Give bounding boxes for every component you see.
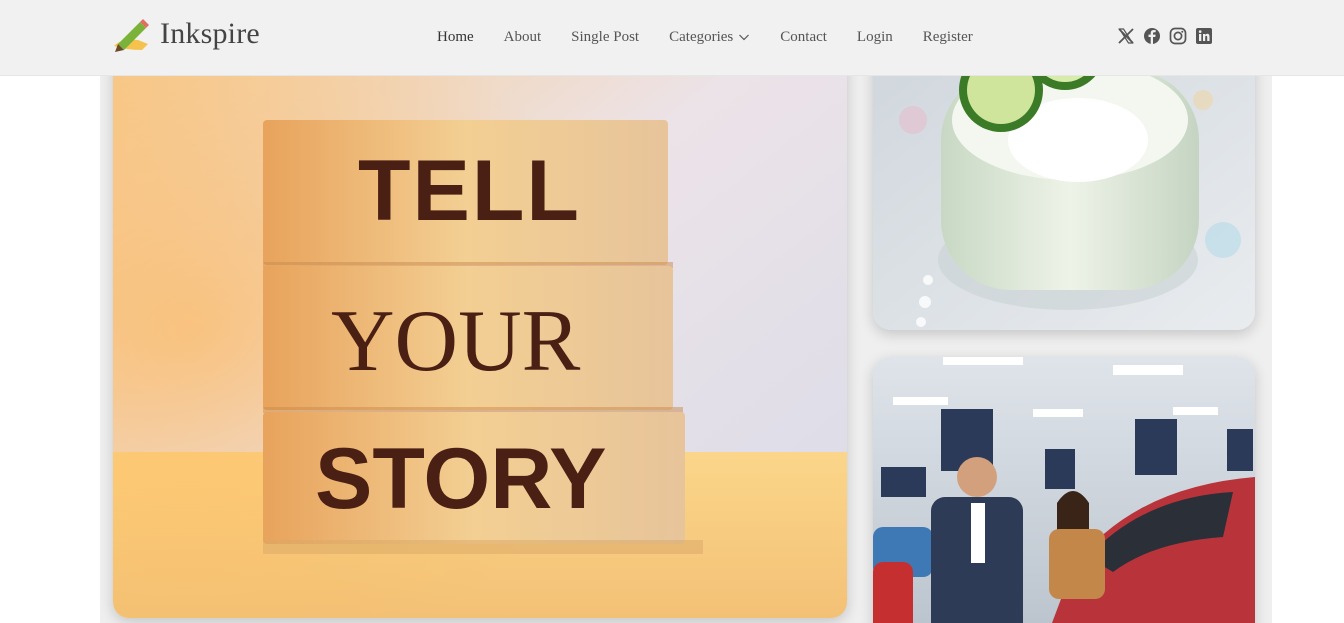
pencil-paper-icon [114,19,149,52]
nav-categories[interactable]: Categories [669,29,750,46]
nav-about[interactable]: About [504,29,542,46]
brand-name: Inkspire [160,17,260,50]
featured-post-image[interactable]: TELL YOUR STORY [113,40,847,618]
site-header: Inkspire Home About Single Post Categori… [0,0,1344,76]
block-word-1: TELL [358,143,581,239]
nav-home[interactable]: Home [437,29,474,46]
social-links [1117,27,1213,45]
instagram-icon[interactable] [1169,27,1187,45]
brand-logo[interactable]: Inkspire [112,14,260,54]
car-dealership-image [873,357,1255,623]
nav-single-post[interactable]: Single Post [571,29,639,46]
nav-categories-label: Categories [669,28,734,45]
linkedin-icon[interactable] [1195,27,1213,45]
car-showroom-post-image[interactable] [873,357,1255,623]
x-twitter-icon[interactable] [1117,27,1135,45]
facebook-icon[interactable] [1143,27,1161,45]
nav-register[interactable]: Register [923,29,973,46]
page: TELL YOUR STORY Inkspire Home About Sing… [0,0,1344,623]
nav-contact[interactable]: Contact [780,29,827,46]
block-word-3: STORY [315,431,607,527]
nav-login[interactable]: Login [857,29,893,46]
main-navigation: Home About Single Post Categories Contac… [437,26,973,48]
block-word-2: YOUR [331,293,581,390]
chevron-down-icon [739,34,750,41]
